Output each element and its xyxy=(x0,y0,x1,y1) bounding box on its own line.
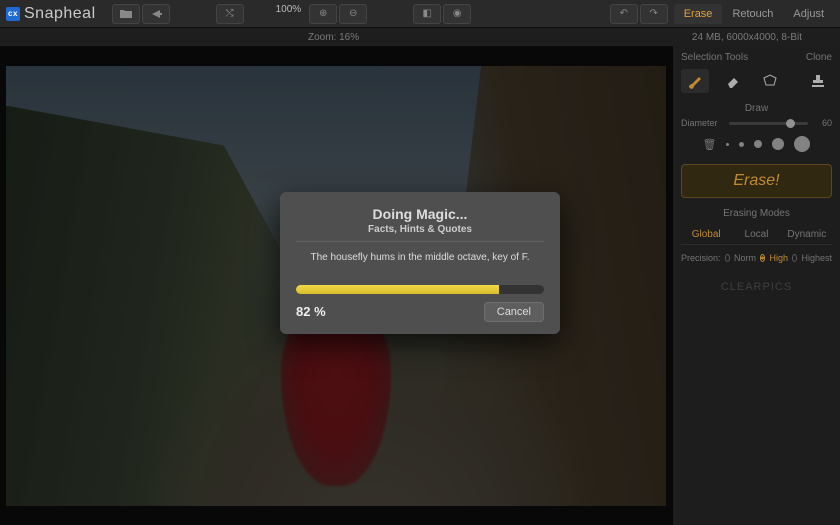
modal-divider xyxy=(296,241,544,242)
modal-subtitle: Facts, Hints & Quotes xyxy=(296,224,544,235)
progress-bar xyxy=(296,285,544,294)
modal-fact: The housefly hums in the middle octave, … xyxy=(296,252,544,263)
cancel-button[interactable]: Cancel xyxy=(484,302,544,322)
progress-modal: Doing Magic... Facts, Hints & Quotes The… xyxy=(280,192,560,334)
progress-percent: 82 % xyxy=(296,304,326,319)
modal-footer: 82 % Cancel xyxy=(296,302,544,322)
modal-shade: Doing Magic... Facts, Hints & Quotes The… xyxy=(0,0,840,525)
progress-fill xyxy=(296,285,499,294)
modal-title: Doing Magic... xyxy=(296,206,544,222)
